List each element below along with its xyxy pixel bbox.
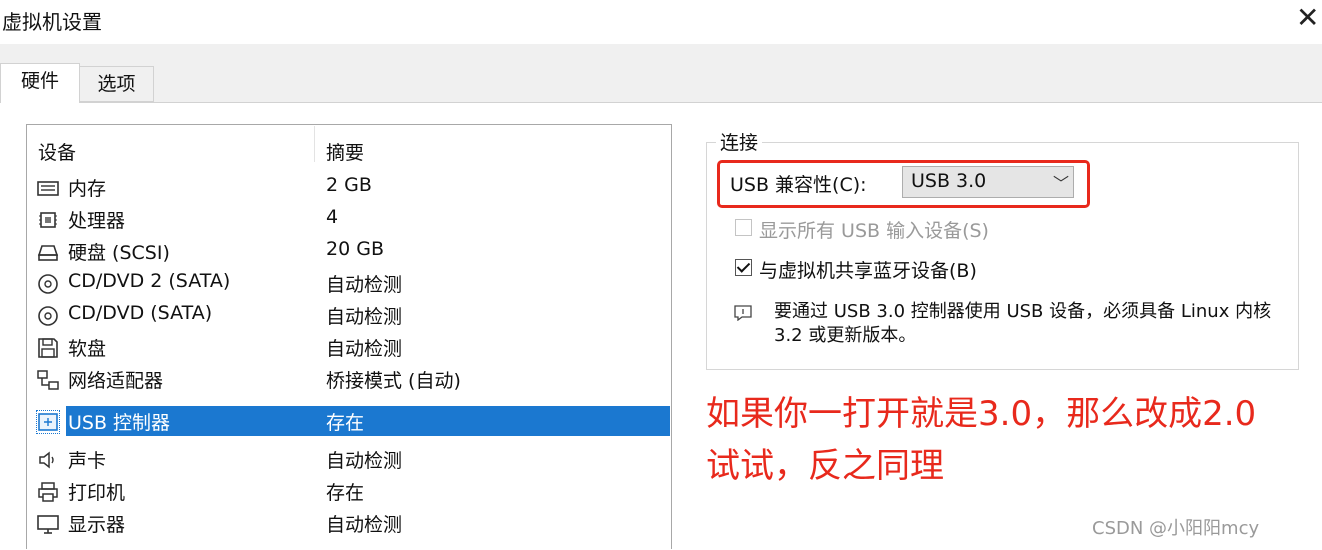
usb-compat-select[interactable]: USB 3.0 ﹀ xyxy=(902,166,1074,198)
device-summary: 4 xyxy=(326,206,339,228)
device-summary: 存在 xyxy=(326,482,365,504)
column-header-summary[interactable]: 摘要 xyxy=(326,138,364,165)
device-name: CD/DVD 2 (SATA) xyxy=(68,270,231,292)
device-row-network[interactable]: 网络适配器 桥接模式 (自动) xyxy=(30,364,670,396)
device-summary: 自动检测 xyxy=(326,306,403,328)
device-summary: 2 GB xyxy=(326,174,372,196)
connection-group-title: 连接 xyxy=(716,128,763,155)
usb-compat-label: USB 兼容性(C): xyxy=(730,174,867,196)
device-name: 显示器 xyxy=(68,514,126,536)
tab-options[interactable]: 选项 xyxy=(80,66,154,102)
device-name: 打印机 xyxy=(68,482,126,504)
device-summary: 自动检测 xyxy=(326,274,403,296)
sound-icon xyxy=(39,451,54,469)
harddisk-icon xyxy=(37,245,59,261)
info-icon xyxy=(734,305,752,321)
device-row-printer[interactable]: 打印机 存在 xyxy=(30,476,670,508)
device-name: 内存 xyxy=(68,178,107,200)
device-row-sound[interactable]: 声卡 自动检测 xyxy=(30,444,670,476)
checkbox-box xyxy=(735,219,752,236)
device-summary: 桥接模式 (自动) xyxy=(326,370,461,392)
printer-icon xyxy=(38,482,58,502)
checkbox-box xyxy=(735,259,752,276)
device-summary: 20 GB xyxy=(326,238,384,260)
memory-icon xyxy=(37,181,59,196)
device-row-usb-controller[interactable]: USB 控制器 存在 xyxy=(30,406,670,436)
title-bar: 虚拟机设置 ✕ xyxy=(0,0,1322,44)
device-name: USB 控制器 xyxy=(68,412,171,434)
device-row-memory[interactable]: 内存 2 GB xyxy=(30,172,670,204)
device-name: 软盘 xyxy=(68,338,107,360)
watermark: CSDN @小阳阳mcy xyxy=(1092,518,1260,539)
column-separator[interactable] xyxy=(314,126,315,162)
device-name: CD/DVD (SATA) xyxy=(68,302,213,324)
device-row-processor[interactable]: 处理器 4 xyxy=(30,204,670,236)
device-row-cdrom[interactable]: CD/DVD (SATA) 自动检测 xyxy=(30,300,670,332)
device-row-harddisk[interactable]: 硬盘 (SCSI) 20 GB xyxy=(30,236,670,268)
device-summary: 自动检测 xyxy=(326,338,403,360)
column-header-device[interactable]: 设备 xyxy=(38,138,76,165)
annotation-text: 如果你一打开就是3.0，那么改成2.0 试试，反之同理 xyxy=(706,388,1256,492)
device-summary: 自动检测 xyxy=(326,514,403,536)
cd-icon xyxy=(38,306,58,326)
annotation-line-2: 试试，反之同理 xyxy=(706,446,944,486)
cd-icon xyxy=(38,274,58,294)
usb-requirement-info: 要通过 USB 3.0 控制器使用 USB 设备，必须具备 Linux 内核 3… xyxy=(774,301,1272,346)
chevron-down-icon: ﹀ xyxy=(1053,174,1070,193)
device-summary: 自动检测 xyxy=(326,450,403,472)
close-icon[interactable]: ✕ xyxy=(1296,2,1319,34)
tab-hardware[interactable]: 硬件 xyxy=(0,63,80,103)
device-summary: 存在 xyxy=(326,412,365,434)
floppy-icon xyxy=(38,338,58,358)
device-row-monitor[interactable]: 显示器 自动检测 xyxy=(30,508,670,540)
device-name: 网络适配器 xyxy=(68,370,164,392)
network-icon xyxy=(37,370,59,390)
device-name: 声卡 xyxy=(68,450,107,472)
cpu-icon xyxy=(39,212,57,228)
device-row-cdrom-2[interactable]: CD/DVD 2 (SATA) 自动检测 xyxy=(30,268,670,300)
device-row-floppy[interactable]: 软盘 自动检测 xyxy=(30,332,670,364)
usb-compat-value: USB 3.0 xyxy=(911,170,987,192)
monitor-icon xyxy=(37,515,59,534)
window-title: 虚拟机设置 xyxy=(2,10,102,34)
share-bluetooth-label: 与虚拟机共享蓝牙设备(B) xyxy=(759,260,977,282)
usb-icon xyxy=(38,413,58,431)
device-name: 硬盘 (SCSI) xyxy=(68,242,170,264)
device-name: 处理器 xyxy=(68,210,126,232)
show-all-usb-label: 显示所有 USB 输入设备(S) xyxy=(759,220,989,242)
annotation-line-1: 如果你一打开就是3.0，那么改成2.0 xyxy=(706,394,1257,434)
